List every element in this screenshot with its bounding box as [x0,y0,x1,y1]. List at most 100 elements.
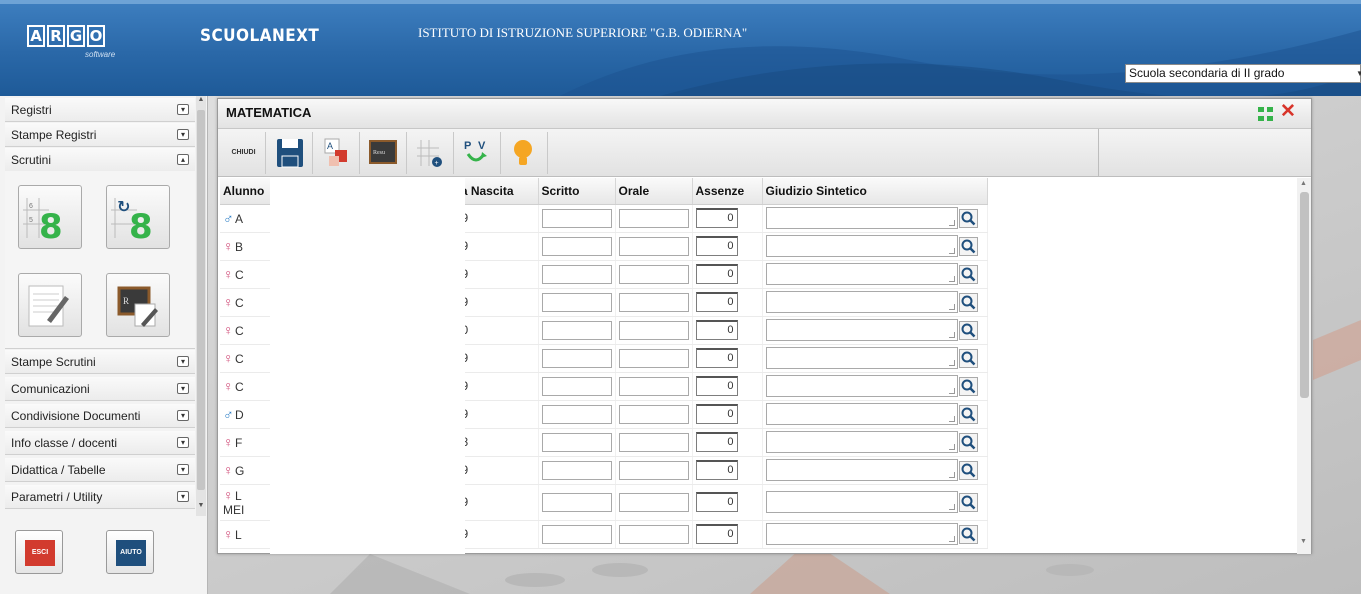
giudizio-textarea[interactable] [765,403,958,425]
sidebar-item-stampe-scrutini[interactable]: Stampe Scrutini ▾ [5,350,195,374]
toggle-icon[interactable]: ▾ [177,410,189,421]
assenze-input[interactable]: 0 [695,236,738,256]
scritto-input[interactable] [541,432,612,452]
giudizio-textarea[interactable] [765,375,958,397]
sidebar-item-condivisione-documenti[interactable]: Condivisione Documenti ▾ [5,404,195,428]
assenze-input[interactable]: 0 [695,524,738,544]
giudizio-textarea[interactable] [765,431,958,453]
scritto-input[interactable] [541,524,612,544]
riporta-voti-button[interactable]: ↻ 8 [106,185,170,249]
orale-input[interactable] [618,492,689,512]
scritto-input[interactable] [541,376,612,396]
toggle-icon[interactable]: ▾ [177,437,189,448]
search-icon[interactable] [958,264,978,284]
giudizio-textarea[interactable] [765,459,958,481]
save-button[interactable] [266,132,313,174]
scritto-input[interactable] [541,404,612,424]
toggle-icon[interactable]: ▾ [177,383,189,394]
scritto-input[interactable] [541,292,612,312]
search-icon[interactable] [958,404,978,424]
scritto-input[interactable] [541,348,612,368]
column-header-scritto[interactable]: Scritto [538,178,616,205]
column-header-assenze[interactable]: Assenze [692,178,763,205]
giudizio-textarea[interactable] [765,347,958,369]
orale-input[interactable] [618,376,689,396]
assenze-input[interactable]: 0 [695,264,738,284]
assenze-input[interactable]: 0 [695,292,738,312]
pv-button[interactable]: P V [454,132,501,174]
sidebar-item-scrutini[interactable]: Scrutini ▴ [5,148,195,172]
search-icon[interactable] [958,320,978,340]
hint-button[interactable] [501,132,548,174]
close-window-icon[interactable]: ✕ [1280,102,1296,122]
scritto-input[interactable] [541,460,612,480]
lavagna-button[interactable]: R [106,273,170,337]
sidebar-item-registri[interactable]: Registri ▾ [5,98,195,122]
search-icon[interactable] [958,376,978,396]
giudizio-textarea[interactable] [765,235,958,257]
scroll-up-icon[interactable]: ▲ [196,96,206,108]
help-button[interactable]: AIUTO [106,530,154,574]
giudizio-textarea[interactable] [765,291,958,313]
school-type-select[interactable]: Scuola secondaria di II grado ▼ [1125,64,1361,83]
assenze-input[interactable]: 0 [695,492,738,512]
voti-button[interactable]: 6 5 8 [18,185,82,249]
scritto-input[interactable] [541,236,612,256]
assenze-input[interactable]: 0 [695,432,738,452]
maximize-icon[interactable] [1258,107,1273,121]
assenze-input[interactable]: 0 [695,460,738,480]
orale-input[interactable] [618,432,689,452]
search-icon[interactable] [958,208,978,228]
orale-input[interactable] [618,320,689,340]
orale-input[interactable] [618,404,689,424]
toggle-icon[interactable]: ▾ [177,464,189,475]
orale-input[interactable] [618,292,689,312]
scritto-input[interactable] [541,208,612,228]
scritto-input[interactable] [541,492,612,512]
scroll-down-icon[interactable]: ▼ [1300,538,1307,545]
column-header-giudizio[interactable]: Giudizio Sintetico [762,178,988,205]
scroll-up-icon[interactable]: ▲ [1300,180,1307,187]
column-header-orale[interactable]: Orale [615,178,693,205]
sidebar-item-parametri[interactable]: Parametri / Utility ▾ [5,485,195,509]
search-icon[interactable] [958,348,978,368]
search-icon[interactable] [958,492,978,512]
toggle-icon[interactable]: ▾ [177,491,189,502]
toggle-icon[interactable]: ▾ [177,104,189,115]
giudizio-textarea[interactable] [765,523,958,545]
search-icon[interactable] [958,292,978,312]
giudizio-textarea[interactable] [765,319,958,341]
sidebar-item-didattica[interactable]: Didattica / Tabelle ▾ [5,458,195,482]
search-icon[interactable] [958,236,978,256]
sidebar-item-comunicazioni[interactable]: Comunicazioni ▾ [5,377,195,401]
scrollbar-thumb[interactable] [197,110,205,490]
chiudi-button[interactable]: CHIUDI [222,132,266,174]
assign-button[interactable]: A [313,132,360,174]
toggle-icon[interactable]: ▾ [177,356,189,367]
giudizio-textarea[interactable] [765,207,958,229]
orale-input[interactable] [618,460,689,480]
giudizi-button[interactable] [18,273,82,337]
giudizio-textarea[interactable] [765,263,958,285]
sidebar-item-stampe-registri[interactable]: Stampe Registri ▾ [5,123,195,147]
toggle-icon[interactable]: ▴ [177,154,189,165]
register-button[interactable]: Resu [360,132,407,174]
orale-input[interactable] [618,348,689,368]
search-icon[interactable] [958,460,978,480]
scrollbar-thumb[interactable] [1300,192,1309,398]
exit-button[interactable]: ESCI [15,530,63,574]
sidebar-item-info-classe[interactable]: Info classe / docenti ▾ [5,431,195,455]
toggle-icon[interactable]: ▾ [177,129,189,140]
search-icon[interactable] [958,432,978,452]
assenze-input[interactable]: 0 [695,208,738,228]
assenze-input[interactable]: 0 [695,348,738,368]
orale-input[interactable] [618,208,689,228]
orale-input[interactable] [618,524,689,544]
scritto-input[interactable] [541,320,612,340]
orale-input[interactable] [618,236,689,256]
assenze-input[interactable]: 0 [695,320,738,340]
sidebar-scrollbar[interactable]: ▲ ▼ [196,96,206,516]
scritto-input[interactable] [541,264,612,284]
giudizio-textarea[interactable] [765,491,958,513]
scroll-down-icon[interactable]: ▼ [196,502,206,514]
